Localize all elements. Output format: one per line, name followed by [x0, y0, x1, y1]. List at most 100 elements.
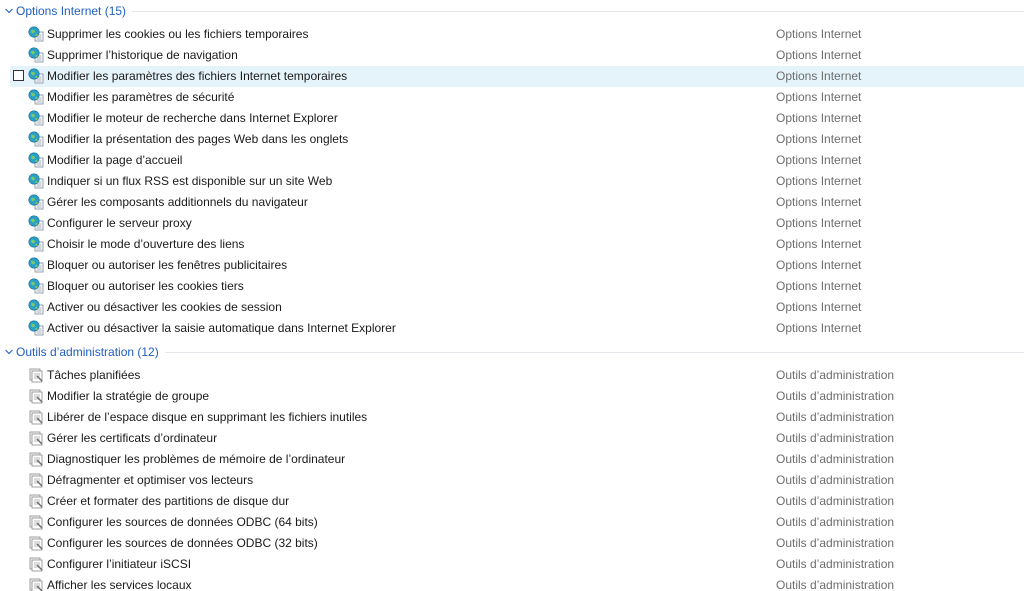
item-name-link[interactable]: Supprimer l’historique de navigation [47, 48, 238, 62]
internet-options-icon [28, 194, 44, 210]
item-name-link[interactable]: Défragmenter et optimiser vos lecteurs [47, 473, 253, 487]
internet-options-icon [28, 152, 44, 168]
admin-tools-icon [28, 451, 44, 467]
item-category: Outils d’administration [776, 431, 895, 445]
list-item[interactable]: Configurer les sources de données ODBC (… [10, 512, 1024, 533]
item-category: Outils d’administration [776, 473, 895, 487]
item-name-link[interactable]: Afficher les services locaux [47, 578, 192, 591]
list-item[interactable]: Gérer les composants additionnels du nav… [10, 192, 1024, 213]
list-item[interactable]: Créer et formater des partitions de disq… [10, 491, 1024, 512]
item-name-link[interactable]: Modifier le moteur de recherche dans Int… [47, 111, 338, 125]
list-item[interactable]: Supprimer les cookies ou les fichiers te… [10, 24, 1024, 45]
item-name-link[interactable]: Modifier la page d’accueil [47, 153, 182, 167]
list-item[interactable]: Modifier la stratégie de groupe Outils d’… [10, 386, 1024, 407]
item-name-link[interactable]: Configurer le serveur proxy [47, 216, 192, 230]
chevron-down-icon[interactable] [1, 341, 16, 362]
admin-tools-icon [28, 409, 44, 425]
item-name-link[interactable]: Tâches planifiées [47, 368, 140, 382]
item-name-link[interactable]: Bloquer ou autoriser les cookies tiers [47, 279, 244, 293]
item-name-link[interactable]: Activer ou désactiver les cookies de ses… [47, 300, 282, 314]
list-item[interactable]: Modifier le moteur de recherche dans Int… [10, 108, 1024, 129]
item-name-link[interactable]: Supprimer les cookies ou les fichiers te… [47, 27, 308, 41]
item-category: Options Internet [776, 111, 862, 125]
item-category: Options Internet [776, 237, 862, 251]
admin-tools-icon [28, 367, 44, 383]
list-item[interactable]: Tâches planifiées Outils d’administration [10, 365, 1024, 386]
item-name-link[interactable]: Bloquer ou autoriser les fenêtres public… [47, 258, 287, 272]
list-item[interactable]: Modifier la page d’accueil Options Intern… [10, 150, 1024, 171]
item-category: Options Internet [776, 69, 862, 83]
list-item[interactable]: Diagnostiquer les problèmes de mémoire d… [10, 449, 1024, 470]
admin-tools-icon [28, 577, 44, 591]
item-category: Options Internet [776, 195, 862, 209]
list-item[interactable]: Choisir le mode d’ouverture des liens Opt… [10, 234, 1024, 255]
item-category: Outils d’administration [776, 389, 895, 403]
admin-tools-icon [28, 514, 44, 530]
internet-options-icon [28, 47, 44, 63]
list-item[interactable]: Indiquer si un flux RSS est disponible s… [10, 171, 1024, 192]
list-item[interactable]: Configurer les sources de données ODBC (… [10, 533, 1024, 554]
item-name-link[interactable]: Activer ou désactiver la saisie automati… [47, 321, 396, 335]
list-item[interactable]: Configurer l’initiateur iSCSI Outils d’ad… [10, 554, 1024, 575]
item-category: Options Internet [776, 174, 862, 188]
item-name-link[interactable]: Modifier les paramètres de sécurité [47, 90, 234, 104]
internet-options-icon [28, 26, 44, 42]
item-category: Outils d’administration [776, 578, 895, 591]
group-divider [132, 10, 1024, 12]
list-item[interactable]: Libérer de l’espace disque en supprimant… [10, 407, 1024, 428]
admin-tools-icon [28, 493, 44, 509]
group-title: Outils d’administration (12) [16, 344, 159, 359]
item-name-link[interactable]: Libérer de l’espace disque en supprimant… [47, 410, 367, 424]
list-item[interactable]: Activer ou désactiver les cookies de ses… [10, 297, 1024, 318]
list-item[interactable]: Configurer le serveur proxy Options Inter… [10, 213, 1024, 234]
item-name-link[interactable]: Gérer les composants additionnels du nav… [47, 195, 308, 209]
list-item[interactable]: Gérer les certificats d’ordinateur Outils… [10, 428, 1024, 449]
internet-options-icon [28, 215, 44, 231]
internet-options-icon [28, 320, 44, 336]
list-item[interactable]: Afficher les services locaux Outils d’adm… [10, 575, 1024, 591]
chevron-down-icon[interactable] [1, 0, 16, 21]
item-name-link[interactable]: Configurer les sources de données ODBC (… [47, 515, 318, 529]
item-category: Outils d’administration [776, 452, 895, 466]
admin-tools-icon [28, 388, 44, 404]
group-header-0[interactable]: Options Internet (15) [0, 0, 1024, 21]
item-name-link[interactable]: Diagnostiquer les problèmes de mémoire d… [47, 452, 345, 466]
item-category: Options Internet [776, 216, 862, 230]
list-item[interactable]: Modifier les paramètres de sécurité Optio… [10, 87, 1024, 108]
item-category: Options Internet [776, 90, 862, 104]
list-item[interactable]: Activer ou désactiver la saisie automati… [10, 318, 1024, 339]
item-category: Outils d’administration [776, 557, 895, 571]
internet-options-icon [28, 110, 44, 126]
item-category: Options Internet [776, 153, 862, 167]
internet-options-icon [28, 236, 44, 252]
internet-options-icon [28, 278, 44, 294]
item-name-link[interactable]: Modifier la présentation des pages Web d… [47, 132, 348, 146]
internet-options-icon [28, 173, 44, 189]
item-name-link[interactable]: Indiquer si un flux RSS est disponible s… [47, 174, 332, 188]
list-item[interactable]: Défragmenter et optimiser vos lecteurs Ou… [10, 470, 1024, 491]
item-name-link[interactable]: Modifier les paramètres des fichiers Int… [47, 69, 347, 83]
group-header-1[interactable]: Outils d’administration (12) [0, 341, 1024, 362]
item-category: Options Internet [776, 258, 862, 272]
item-name-link[interactable]: Choisir le mode d’ouverture des liens [47, 237, 244, 251]
list-item[interactable]: Bloquer ou autoriser les cookies tiers Op… [10, 276, 1024, 297]
list-item[interactable]: Bloquer ou autoriser les fenêtres public… [10, 255, 1024, 276]
item-category: Options Internet [776, 27, 862, 41]
item-name-link[interactable]: Configurer l’initiateur iSCSI [47, 557, 191, 571]
item-category: Options Internet [776, 279, 862, 293]
item-category: Options Internet [776, 300, 862, 314]
item-name-link[interactable]: Configurer les sources de données ODBC (… [47, 536, 318, 550]
item-name-link[interactable]: Créer et formater des partitions de disq… [47, 494, 289, 508]
list-item[interactable]: Supprimer l’historique de navigation Opti… [10, 45, 1024, 66]
admin-tools-icon [28, 472, 44, 488]
internet-options-icon [28, 131, 44, 147]
admin-tools-icon [28, 556, 44, 572]
list-item[interactable]: Modifier les paramètres des fichiers Int… [10, 66, 1024, 87]
item-name-link[interactable]: Gérer les certificats d’ordinateur [47, 431, 217, 445]
item-category: Options Internet [776, 132, 862, 146]
group-divider [164, 351, 1024, 353]
list-item[interactable]: Modifier la présentation des pages Web d… [10, 129, 1024, 150]
item-checkbox[interactable] [13, 70, 24, 81]
admin-tools-icon [28, 430, 44, 446]
item-name-link[interactable]: Modifier la stratégie de groupe [47, 389, 209, 403]
